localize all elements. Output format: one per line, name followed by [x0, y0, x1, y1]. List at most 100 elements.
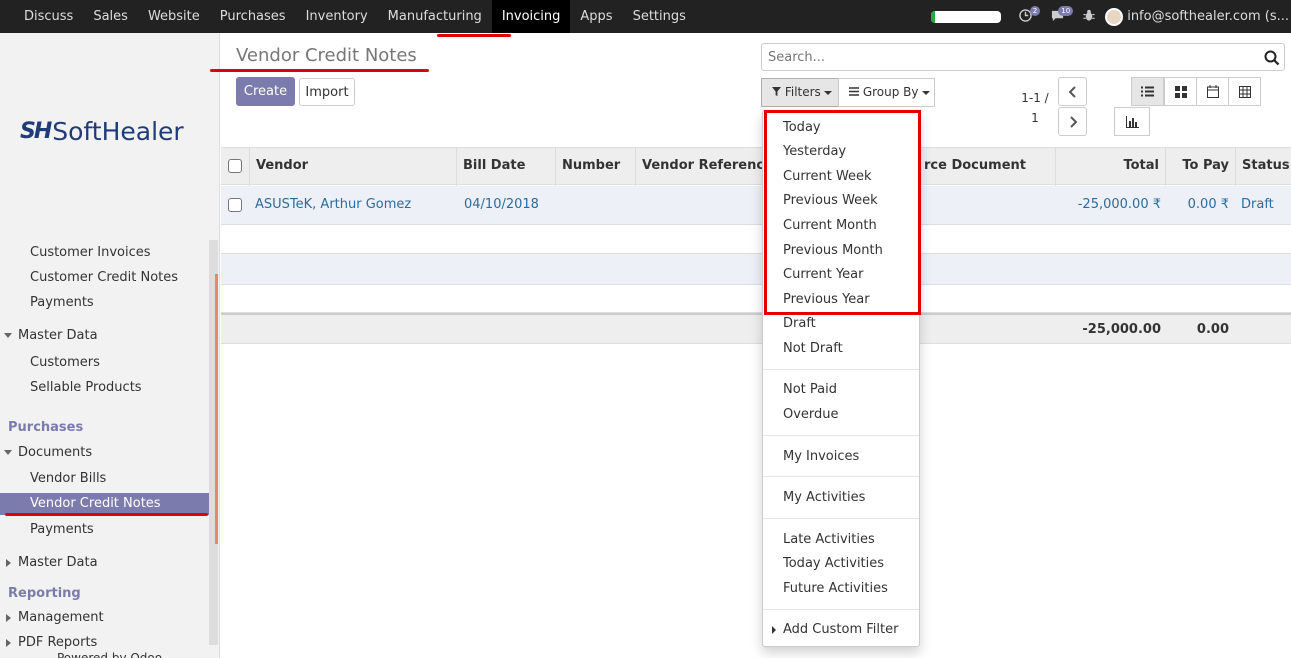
group-by-button[interactable]: Group By: [838, 78, 935, 107]
column-number[interactable]: Number: [556, 148, 636, 186]
menu-inventory[interactable]: Inventory: [296, 0, 378, 33]
sidebar-item-vendor-bills[interactable]: Vendor Bills: [0, 468, 209, 490]
logo-mark: SH: [20, 119, 52, 144]
annotation-underline-sidebar: [5, 513, 208, 516]
search-bar: [761, 43, 1285, 71]
menu-invoicing[interactable]: Invoicing: [491, 0, 571, 33]
sidebar-item-label: Master Data: [18, 328, 98, 343]
menu-purchases[interactable]: Purchases: [210, 0, 296, 33]
sidebar-item-payments[interactable]: Payments: [0, 292, 209, 314]
caret-right-icon: [6, 614, 11, 622]
column-total[interactable]: Total: [1056, 148, 1166, 186]
add-custom-filter[interactable]: Add Custom Filter: [783, 621, 898, 639]
graph-view-button[interactable]: [1114, 107, 1150, 136]
sidebar-item-customer-invoices[interactable]: Customer Invoices: [0, 242, 209, 264]
kanban-view-button[interactable]: [1164, 77, 1197, 106]
menu-divider: [763, 609, 919, 610]
empty-row: [221, 285, 1291, 313]
debug-bug-icon[interactable]: [1083, 9, 1095, 25]
caret-down-icon: [921, 90, 930, 95]
kanban-icon: [1174, 85, 1187, 98]
menu-sales[interactable]: Sales: [83, 0, 138, 33]
logo-text: SoftHealer: [52, 117, 184, 146]
sidebar-item-master-data[interactable]: Master Data: [0, 325, 209, 347]
sidebar-item-label: Management: [18, 610, 104, 625]
onboarding-progress-bar[interactable]: [931, 10, 1002, 23]
menu-apps[interactable]: Apps: [570, 0, 622, 33]
list-icon: [1141, 86, 1154, 97]
column-status[interactable]: Status: [1236, 148, 1291, 186]
user-avatar[interactable]: [1105, 7, 1124, 26]
powered-by-odoo[interactable]: Powered by Odoo: [0, 647, 209, 658]
menu-divider: [763, 518, 919, 519]
pager-previous-button[interactable]: [1058, 77, 1087, 106]
search-icon[interactable]: [1264, 50, 1280, 70]
cell-to-pay: 0.00 ₹: [1187, 197, 1229, 212]
filters-button[interactable]: Filters: [761, 78, 839, 107]
activity-clock-icon[interactable]: 2: [1019, 5, 1041, 25]
filter-not-draft[interactable]: Not Draft: [783, 340, 843, 358]
caret-down-icon: [4, 450, 12, 455]
pivot-view-button[interactable]: [1228, 77, 1261, 106]
calendar-icon: [1206, 85, 1219, 98]
column-to-pay[interactable]: To Pay: [1166, 148, 1236, 186]
filter-late-activities[interactable]: Late Activities: [783, 531, 875, 549]
filter-today-activities[interactable]: Today Activities: [783, 555, 884, 573]
select-all-cell: [221, 148, 250, 186]
pager-total: 1: [1031, 111, 1039, 125]
sidebar-item-payments-purchases[interactable]: Payments: [0, 519, 209, 541]
import-button[interactable]: Import: [299, 78, 355, 106]
table-footer: -25,000.00 0.00: [221, 313, 1291, 344]
bars-icon: [849, 87, 859, 96]
user-menu[interactable]: info@softhealer.com (s...: [1127, 9, 1289, 24]
annotation-underline-title: [210, 69, 429, 72]
progress-fill: [931, 10, 935, 23]
page-title: Vendor Credit Notes: [236, 45, 417, 66]
sidebar-item-documents[interactable]: Documents: [0, 442, 209, 464]
select-all-checkbox[interactable]: [228, 159, 242, 173]
sidebar-item-customers[interactable]: Customers: [0, 352, 209, 374]
scrollbar-thumb[interactable]: [215, 274, 218, 544]
row-checkbox[interactable]: [228, 198, 242, 212]
column-source-document[interactable]: rce Document: [918, 148, 1056, 186]
empty-row: [221, 225, 1291, 254]
caret-right-icon: [6, 639, 11, 647]
caret-down-icon: [4, 333, 12, 338]
list-view-button[interactable]: [1131, 77, 1164, 106]
sidebar-scrollbar[interactable]: [209, 240, 218, 645]
create-button[interactable]: Create: [236, 77, 295, 106]
pager-next-button[interactable]: [1058, 107, 1087, 136]
filter-funnel-icon: [772, 87, 781, 96]
menu-website[interactable]: Website: [138, 0, 210, 33]
empty-row: [221, 254, 1291, 285]
menu-divider: [763, 435, 919, 436]
pager-value[interactable]: 1-1 / 1: [1020, 88, 1050, 128]
filter-not-paid[interactable]: Not Paid: [783, 381, 837, 399]
search-input[interactable]: [762, 44, 1242, 70]
footer-total: -25,000.00: [1082, 322, 1161, 337]
sidebar-item-sellable-products[interactable]: Sellable Products: [0, 377, 209, 399]
sidebar-item-label: Master Data: [18, 555, 98, 570]
filter-future-activities[interactable]: Future Activities: [783, 580, 888, 598]
activity-badge: 2: [1029, 5, 1041, 16]
sidebar-item-label: Documents: [18, 445, 93, 460]
sidebar-item-customer-credit-notes[interactable]: Customer Credit Notes: [0, 267, 209, 289]
caret-right-icon: [6, 559, 11, 567]
filter-overdue[interactable]: Overdue: [783, 406, 839, 424]
calendar-view-button[interactable]: [1196, 77, 1229, 106]
groupby-label: Group By: [862, 85, 919, 99]
sidebar-item-management[interactable]: Management: [0, 607, 209, 629]
sidebar-item-vendor-credit-notes[interactable]: Vendor Credit Notes: [0, 493, 209, 515]
filter-my-activities[interactable]: My Activities: [783, 489, 865, 507]
column-bill-date[interactable]: Bill Date: [457, 148, 556, 186]
table-row[interactable]: ASUSTeK, Arthur Gomez 04/10/2018 -25,000…: [221, 186, 1291, 225]
messages-chat-icon[interactable]: 10: [1050, 5, 1074, 25]
filter-draft[interactable]: Draft: [783, 315, 816, 333]
menu-manufacturing[interactable]: Manufacturing: [378, 0, 492, 33]
menu-discuss[interactable]: Discuss: [14, 0, 83, 33]
sidebar-item-master-data-purchases[interactable]: Master Data: [0, 552, 209, 574]
column-vendor[interactable]: Vendor: [250, 148, 457, 186]
table-icon: [1238, 85, 1251, 98]
menu-settings[interactable]: Settings: [623, 0, 696, 33]
filter-my-invoices[interactable]: My Invoices: [783, 448, 859, 466]
